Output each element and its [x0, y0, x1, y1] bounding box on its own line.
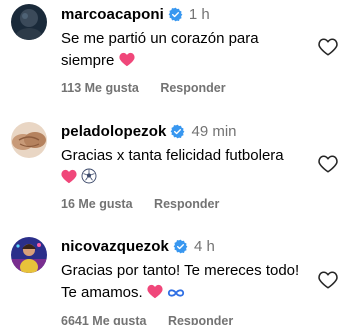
like-count[interactable]: 16 Me gusta [61, 197, 133, 211]
heart-outline-icon[interactable] [318, 155, 338, 173]
comment-text: Gracias por tanto! Te mereces todo! Te a… [61, 260, 311, 306]
avatar[interactable] [11, 4, 47, 40]
avatar[interactable] [11, 237, 47, 273]
comment-header: peladolopezok 49 min [61, 123, 237, 140]
comment-time: 1 h [188, 6, 210, 23]
heart-outline-icon[interactable] [318, 38, 338, 56]
verified-badge-icon [173, 239, 188, 254]
pink-heart-emoji [61, 169, 77, 191]
comment-item: nicovazquezok 4 h Gracias por tanto! Te … [0, 232, 350, 325]
verified-badge-icon [168, 7, 183, 22]
comment-meta: 6641 Me gusta Responder [61, 314, 233, 325]
verified-badge-icon [170, 124, 185, 139]
comment-text-line: siempre [61, 52, 115, 69]
comment-time: 49 min [191, 123, 237, 140]
comment-header: marcoacaponi 1 h [61, 6, 210, 23]
comment-item: marcoacaponi 1 h Se me partió un corazón… [0, 0, 350, 110]
reply-button[interactable]: Responder [160, 81, 225, 95]
soccer-ball-emoji [81, 168, 97, 191]
comment-text: Se me partió un corazón para siempre [61, 28, 311, 74]
avatar[interactable] [11, 122, 47, 158]
comment-text-line: Gracias x tanta felicidad futbolera [61, 147, 284, 164]
comment-meta: 16 Me gusta Responder [61, 197, 219, 211]
infinity-emoji [167, 284, 185, 306]
username[interactable]: peladolopezok [61, 123, 166, 140]
reply-button[interactable]: Responder [168, 314, 233, 325]
comment-text-line: Te amamos. [61, 284, 143, 301]
comment-text-line: Se me partió un corazón para [61, 30, 259, 47]
comment-text: Gracias x tanta felicidad futbolera [61, 145, 311, 191]
comment-text-line: Gracias por tanto! Te mereces todo! [61, 262, 300, 279]
comment-header: nicovazquezok 4 h [61, 238, 215, 255]
comment-meta: 113 Me gusta Responder [61, 81, 226, 95]
like-count[interactable]: 6641 Me gusta [61, 314, 146, 325]
heart-outline-icon[interactable] [318, 271, 338, 289]
comment-time: 4 h [194, 238, 215, 255]
username[interactable]: nicovazquezok [61, 238, 169, 255]
username[interactable]: marcoacaponi [61, 6, 164, 23]
pink-heart-emoji [147, 284, 163, 306]
pink-heart-emoji [118, 52, 135, 74]
comment-item: peladolopezok 49 min Gracias x tanta fel… [0, 117, 350, 223]
like-count[interactable]: 113 Me gusta [61, 81, 139, 95]
reply-button[interactable]: Responder [154, 197, 219, 211]
